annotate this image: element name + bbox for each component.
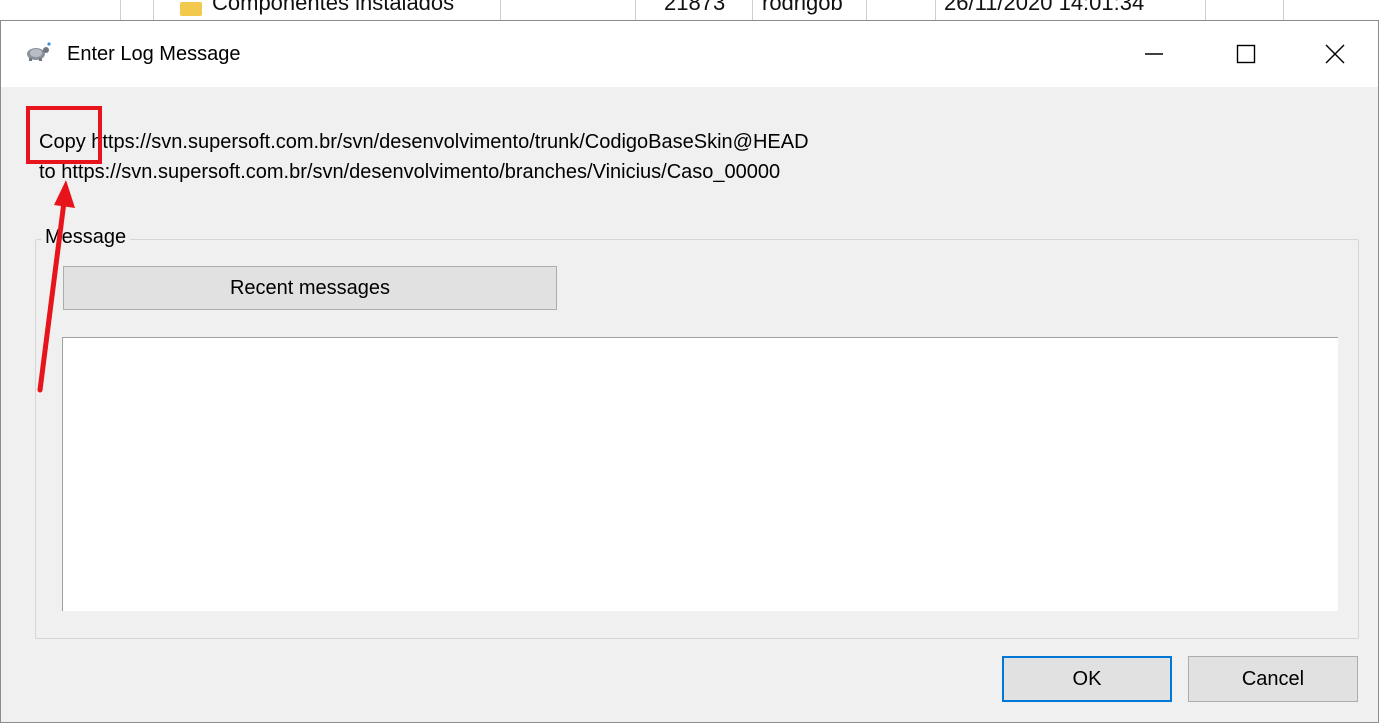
row-revision: 21873 — [664, 0, 726, 15]
row-author: rodrigob — [762, 0, 843, 15]
maximize-icon — [1236, 44, 1256, 64]
recent-messages-button[interactable]: Recent messages — [63, 266, 557, 310]
annotation-highlight-box — [26, 106, 102, 164]
cancel-button[interactable]: Cancel — [1188, 656, 1358, 702]
dialog-title: Enter Log Message — [67, 43, 241, 65]
message-textarea[interactable] — [62, 337, 1338, 611]
minimize-button[interactable] — [1108, 21, 1200, 87]
close-button[interactable] — [1291, 21, 1378, 87]
copy-source-label: Copy https://svn.supersoft.com.br/svn/de… — [39, 131, 809, 153]
ok-button[interactable]: OK — [1002, 656, 1172, 702]
folder-icon — [180, 2, 202, 16]
log-message-dialog: Enter Log Message Copy https://svn.super… — [0, 20, 1379, 723]
row-date: 26/11/2020 14:01:34 — [944, 0, 1145, 15]
title-bar[interactable]: Enter Log Message — [1, 21, 1378, 87]
row-name: Componentes instalados — [212, 0, 455, 15]
close-icon — [1325, 44, 1344, 64]
tortoisesvn-icon — [27, 42, 51, 61]
maximize-button[interactable] — [1200, 21, 1292, 87]
minimize-icon — [1145, 53, 1163, 55]
copy-destination-label: to https://svn.supersoft.com.br/svn/dese… — [39, 161, 781, 183]
annotation-arrow-icon — [37, 180, 75, 393]
